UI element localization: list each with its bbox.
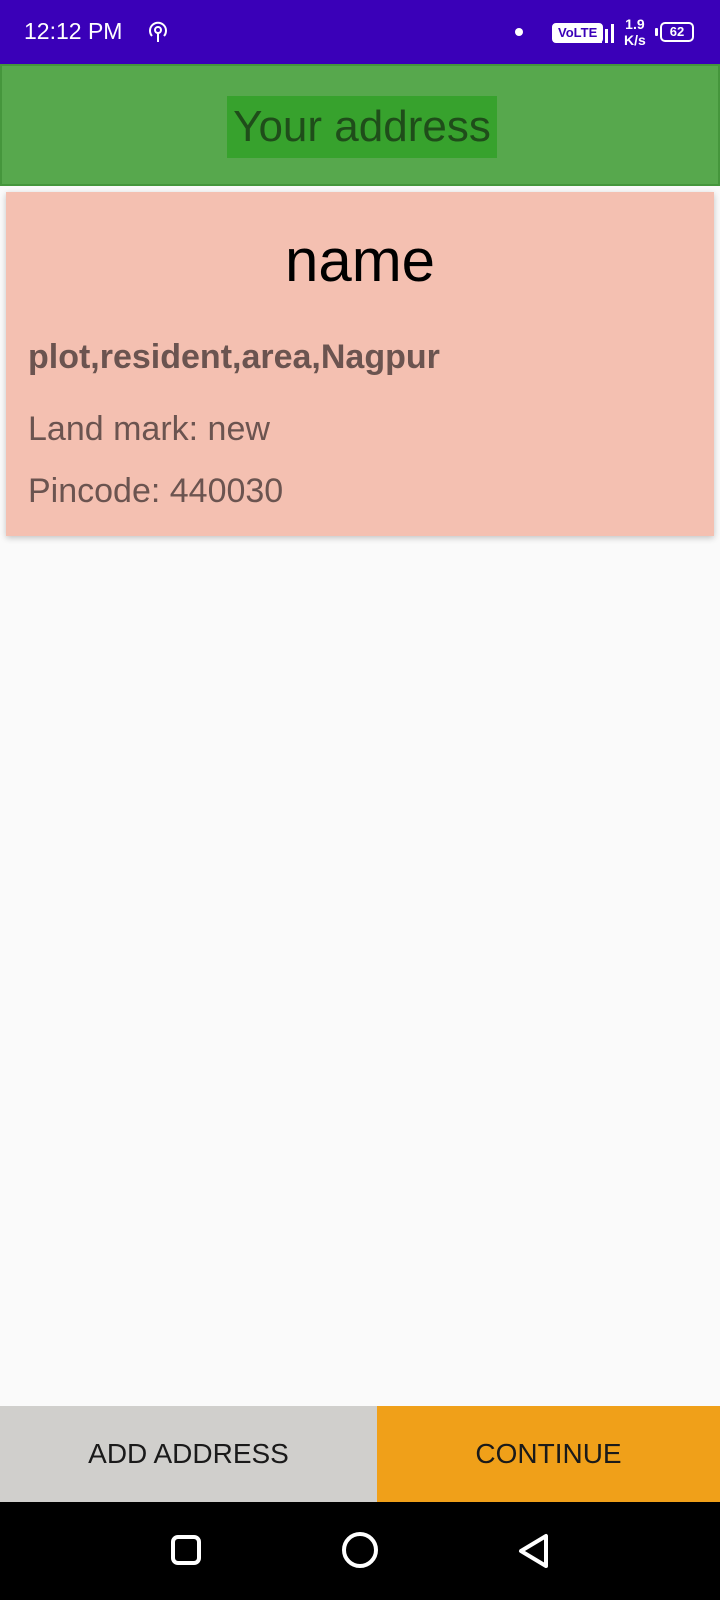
- battery-icon: 62: [660, 22, 694, 42]
- network-speed-unit: K/s: [624, 32, 646, 48]
- address-name: name: [284, 227, 436, 294]
- network-speed-value: 1.9: [625, 16, 645, 32]
- hotspot-icon: [149, 21, 167, 42]
- home-icon[interactable]: [342, 1532, 378, 1568]
- header-bar: Your address: [0, 64, 720, 186]
- add-address-button[interactable]: ADD ADDRESS: [0, 1406, 377, 1502]
- signal-icon: [593, 24, 614, 43]
- status-time: 12:12 PM: [24, 18, 123, 44]
- recents-icon[interactable]: [171, 1535, 201, 1565]
- back-icon[interactable]: [516, 1532, 552, 1570]
- status-bar: 12:12 PM VoLTE 1.9 K/s 62: [0, 0, 720, 64]
- address-landmark: Land mark: new: [28, 410, 270, 448]
- battery-nub: [655, 28, 658, 36]
- system-nav-bar: [0, 1502, 720, 1600]
- notification-dot-icon: [515, 28, 523, 36]
- continue-button[interactable]: CONTINUE: [377, 1406, 720, 1502]
- address-street: plot,resident,area,Nagpur: [28, 338, 440, 376]
- address-pincode: Pincode: 440030: [28, 472, 284, 510]
- page-title: Your address: [227, 96, 497, 158]
- bottom-action-bar: ADD ADDRESS CONTINUE: [0, 1406, 720, 1502]
- address-card[interactable]: name plot,resident,area,Nagpur Land mark…: [6, 192, 714, 536]
- network-speed: 1.9 K/s: [624, 16, 646, 48]
